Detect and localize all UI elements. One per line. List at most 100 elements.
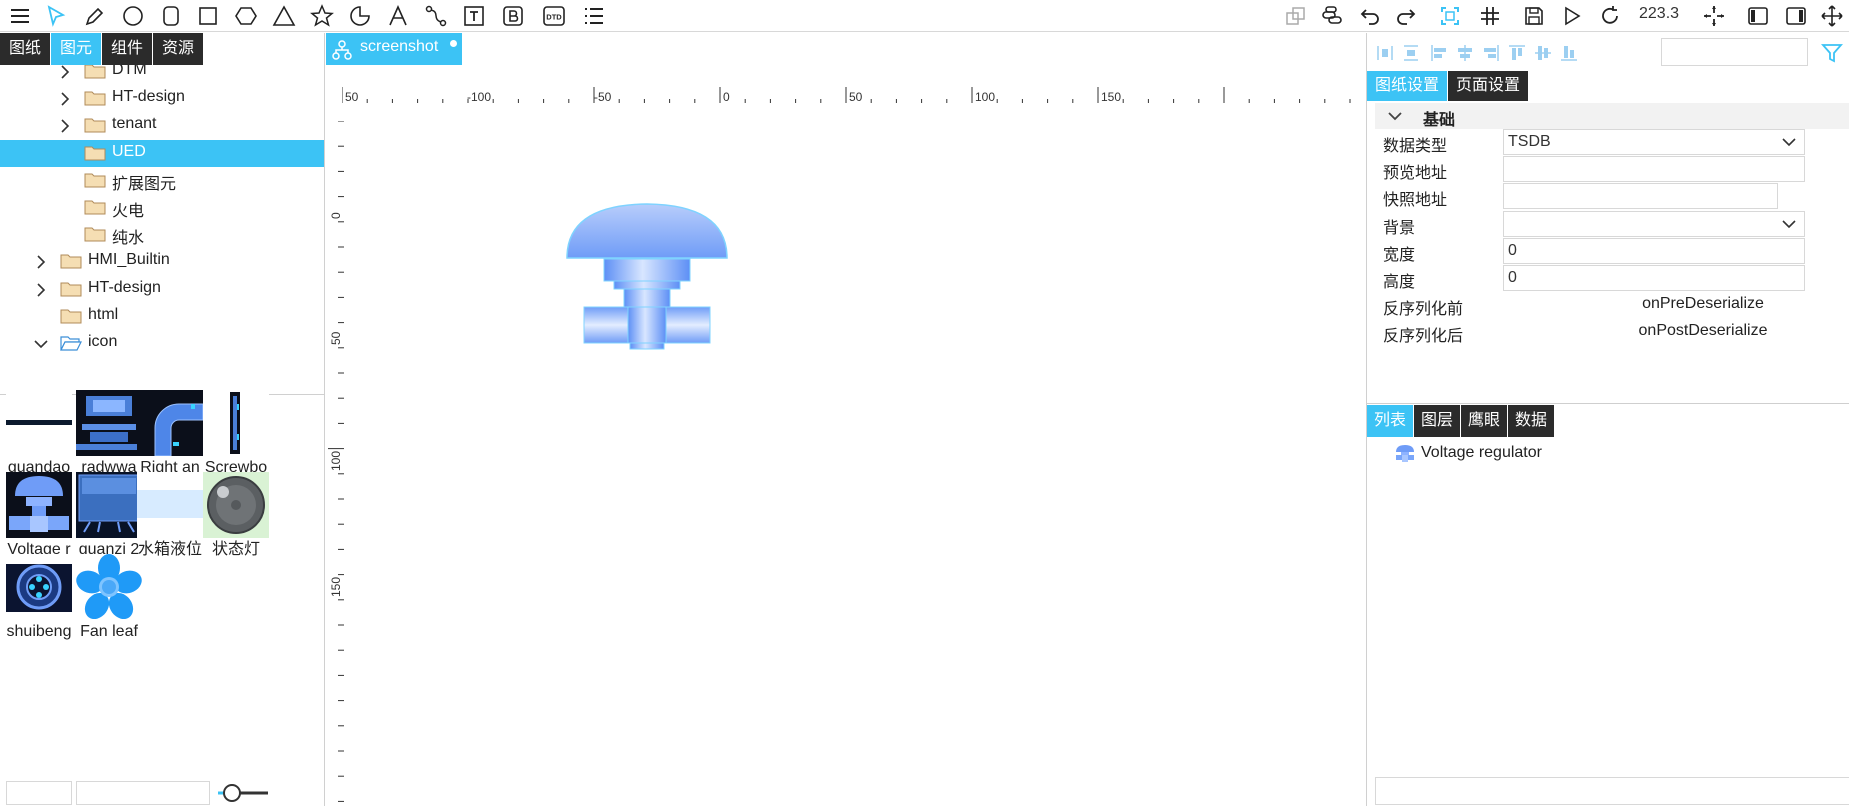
align-middle-icon[interactable] (1533, 43, 1553, 63)
triangle-tool[interactable] (266, 0, 302, 32)
document-tab[interactable]: screenshot (326, 33, 462, 65)
text-a-tool[interactable] (380, 0, 416, 32)
align-center-h-icon[interactable] (1455, 43, 1475, 63)
drawing-canvas[interactable] (348, 121, 1366, 806)
footer-input-1[interactable] (6, 781, 72, 805)
btab-2[interactable]: 鹰眼 (1461, 405, 1508, 437)
ltab-1[interactable]: 图元 (51, 33, 102, 65)
ruler-label: 50 (329, 331, 343, 345)
filter-icon[interactable] (1821, 42, 1843, 64)
btab-1[interactable]: 图层 (1414, 405, 1461, 437)
polyline-tool[interactable] (418, 0, 454, 32)
chevron-right-icon[interactable] (34, 283, 48, 297)
arc-tool[interactable] (342, 0, 378, 32)
list-tool[interactable] (576, 0, 612, 32)
btab-0[interactable]: 列表 (1367, 405, 1414, 437)
redo-tool[interactable] (1388, 0, 1424, 32)
text-box-tool[interactable] (456, 0, 492, 32)
play-tool[interactable] (1554, 0, 1590, 32)
circle-tool[interactable] (115, 0, 151, 32)
chevron-down-icon[interactable] (34, 337, 48, 351)
filter-input[interactable] (1661, 38, 1808, 66)
property-input[interactable] (1503, 156, 1805, 182)
ltab-3[interactable]: 资源 (153, 33, 204, 65)
property-select[interactable]: TSDB (1503, 129, 1805, 155)
asset-item[interactable]: Screwbo (203, 390, 269, 480)
panel-right-tool[interactable] (1778, 0, 1814, 32)
zoom-level[interactable]: 223.3 (1639, 0, 1679, 32)
bold-b-icon (503, 6, 523, 26)
save-tool[interactable] (1516, 0, 1552, 32)
grid-tool[interactable] (1472, 0, 1508, 32)
right-footer-input[interactable] (1375, 777, 1849, 805)
refresh-tool[interactable] (1592, 0, 1628, 32)
asset-item[interactable]: Right an (137, 390, 203, 480)
property-input[interactable]: 0 (1503, 265, 1805, 291)
asset-item[interactable]: shuibeng (6, 554, 72, 644)
property-input[interactable]: 0 (1503, 238, 1805, 264)
star-tool[interactable] (304, 0, 340, 32)
folder-icon (84, 200, 106, 215)
panel-left-tool[interactable] (1740, 0, 1776, 32)
property-select[interactable] (1503, 211, 1805, 237)
rtab-0[interactable]: 图纸设置 (1367, 71, 1448, 101)
rounded-rect-icon (163, 6, 179, 26)
chevron-right-icon[interactable] (58, 65, 72, 79)
fit-tool[interactable] (1432, 0, 1468, 32)
pen-tool[interactable] (77, 0, 113, 32)
asset-item[interactable]: 水箱液位 (137, 472, 203, 562)
rounded-rect-tool[interactable] (153, 0, 189, 32)
align-left-icon[interactable] (1429, 43, 1449, 63)
distribute-h-icon[interactable] (1375, 43, 1395, 63)
tree-item[interactable]: HMI_Builtin (0, 248, 324, 275)
bold-b-tool[interactable] (495, 0, 531, 32)
element-list-item[interactable]: Voltage regulator (1395, 441, 1542, 465)
chevron-right-icon[interactable] (34, 255, 48, 269)
btab-3[interactable]: 数据 (1508, 405, 1555, 437)
rect-tool[interactable] (190, 0, 226, 32)
asset-item[interactable]: guanzi 2 (76, 472, 142, 562)
asset-item[interactable]: Fan leaf (76, 554, 142, 644)
tree-item[interactable]: HT-design (0, 85, 324, 112)
panel-divider[interactable] (1367, 403, 1849, 404)
tree-item[interactable]: html (0, 303, 324, 330)
tree-item[interactable]: icon (0, 330, 324, 357)
thumbnail-size-slider[interactable] (216, 781, 270, 805)
crosshair-tool[interactable] (1696, 0, 1732, 32)
move-tool[interactable] (1814, 0, 1849, 32)
align-right-icon[interactable] (1481, 43, 1501, 63)
link-tool[interactable] (1314, 0, 1350, 32)
tree-item[interactable]: tenant (0, 112, 324, 139)
rtab-1[interactable]: 页面设置 (1448, 71, 1529, 101)
chevron-right-icon[interactable] (58, 92, 72, 106)
asset-item[interactable]: Voltage r (6, 472, 72, 562)
tree-item[interactable]: UED (0, 139, 324, 167)
asset-item[interactable]: guandao (6, 390, 72, 480)
property-handler-value[interactable]: onPostDeserialize (1583, 322, 1823, 340)
property-value: TSDB (1508, 133, 1551, 150)
undo-tool[interactable] (1352, 0, 1388, 32)
distribute-v-icon[interactable] (1401, 43, 1421, 63)
asset-item[interactable]: radwwa (76, 390, 142, 480)
tree-item[interactable]: DTM (0, 65, 324, 85)
property-input[interactable] (1503, 183, 1778, 209)
ltab-0[interactable]: 图纸 (0, 33, 51, 65)
menu-tool[interactable] (2, 0, 38, 32)
tree-item[interactable]: 扩展图元 (0, 167, 324, 194)
hexagon-tool[interactable] (228, 0, 264, 32)
tree-item[interactable]: 纯水 (0, 221, 324, 248)
layers-tool[interactable] (1278, 0, 1314, 32)
chevron-right-icon[interactable] (58, 119, 72, 133)
list-icon (585, 8, 603, 24)
dtd-tool[interactable]: DTD (536, 0, 572, 32)
tree-item[interactable]: 火电 (0, 194, 324, 221)
property-handler-value[interactable]: onPreDeserialize (1583, 295, 1823, 313)
align-bottom-icon[interactable] (1559, 43, 1579, 63)
tree-item[interactable]: HT-design (0, 276, 324, 303)
ltab-2[interactable]: 组件 (102, 33, 153, 65)
asset-item[interactable]: 状态灯 (203, 472, 269, 562)
align-top-icon[interactable] (1507, 43, 1527, 63)
footer-input-2[interactable] (76, 781, 210, 805)
pointer-tool[interactable] (38, 0, 74, 32)
voltage-regulator-symbol[interactable] (566, 201, 728, 351)
